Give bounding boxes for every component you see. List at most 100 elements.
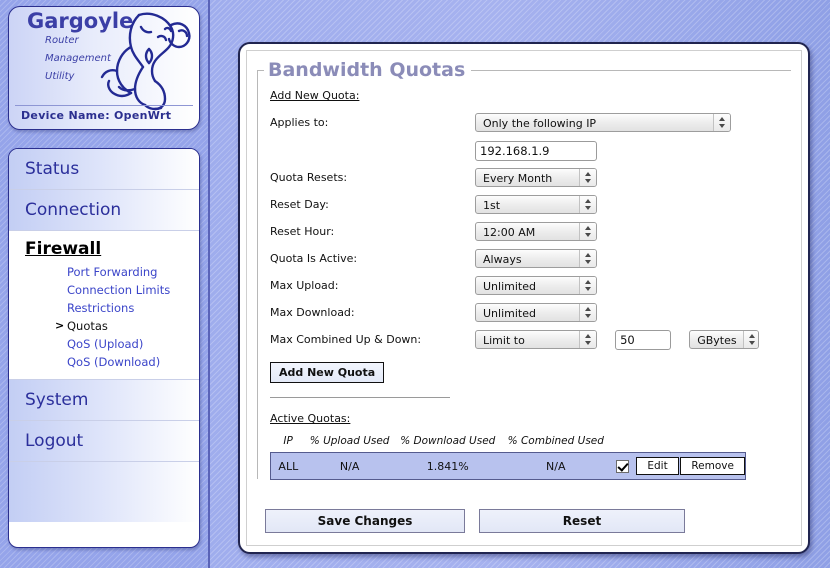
applies-to-value: Only the following IP: [483, 117, 597, 130]
control-applies-to: Only the following IP: [475, 112, 731, 132]
reset-day-select[interactable]: 1st: [475, 195, 597, 214]
sidebar-item-qos-download[interactable]: QoS (Download): [9, 353, 199, 371]
brand-divider: [15, 105, 193, 106]
content-panel: Bandwidth Quotas Add New Quota: Applies …: [238, 42, 810, 554]
add-new-quota-button[interactable]: Add New Quota: [270, 362, 385, 383]
column-header-enabled: [610, 435, 635, 453]
sidebar-section-firewall: Firewall Port Forwarding Connection Limi…: [9, 231, 199, 380]
control-max-download: Unlimited: [475, 302, 597, 322]
cell-edit: Edit: [634, 452, 681, 480]
sidebar-item-firewall[interactable]: Firewall: [9, 231, 101, 263]
cell-enabled: [609, 452, 635, 480]
field-row-max-download: Max Download: Unlimited: [270, 302, 791, 329]
applies-to-select[interactable]: Only the following IP: [475, 113, 731, 132]
max-upload-value: Unlimited: [483, 280, 536, 293]
gargoyle-logo-icon: [100, 12, 191, 111]
cell-upload-used: N/A: [305, 452, 394, 480]
quota-resets-select[interactable]: Every Month: [475, 168, 597, 187]
label-max-combined: Max Combined Up & Down:: [270, 333, 422, 346]
field-row-applies-to: Applies to: Only the following IP: [270, 112, 791, 139]
brand-subtitle-1: Router: [45, 35, 79, 46]
control-reset-hour: 12:00 AM: [475, 221, 597, 241]
brand-panel: Gargoyle Router Management Utility Devic…: [8, 6, 200, 130]
max-combined-unit-value: GBytes: [697, 334, 737, 347]
cell-remove: Remove: [680, 452, 747, 480]
chevron-updown-icon: [579, 331, 596, 348]
max-download-select[interactable]: Unlimited: [475, 303, 597, 322]
reset-button[interactable]: Reset: [479, 509, 685, 533]
label-max-download: Max Download:: [270, 306, 355, 319]
sidebar-filler: [9, 462, 199, 522]
sidebar-item-quotas[interactable]: Quotas: [9, 317, 199, 335]
reset-day-value: 1st: [483, 199, 501, 212]
chevron-updown-icon: [742, 331, 759, 348]
reset-hour-select[interactable]: 12:00 AM: [475, 222, 597, 241]
chevron-updown-icon: [579, 277, 596, 294]
label-quota-resets: Quota Resets:: [270, 171, 348, 184]
reset-hour-value: 12:00 AM: [483, 226, 536, 239]
column-header-upload-used: % Upload Used: [309, 435, 390, 447]
sidebar: Gargoyle Router Management Utility Devic…: [0, 0, 210, 568]
control-max-upload: Unlimited: [475, 275, 597, 295]
quota-resets-value: Every Month: [483, 172, 553, 185]
page-title: Bandwidth Quotas: [268, 59, 466, 81]
field-row-quota-resets: Quota Resets: Every Month: [270, 167, 791, 194]
table-row: ALL N/A 1.841% N/A Edit Remove: [269, 452, 747, 480]
sidebar-item-system[interactable]: System: [9, 380, 199, 420]
sidebar-section-status[interactable]: Status: [9, 149, 199, 190]
sidebar-nav: Status Connection Firewall Port Forwardi…: [8, 148, 200, 548]
label-quota-active: Quota Is Active:: [270, 252, 358, 265]
content-inner: Bandwidth Quotas Add New Quota: Applies …: [246, 50, 802, 546]
sidebar-item-connection[interactable]: Connection: [9, 190, 199, 230]
cell-ip: ALL: [269, 452, 306, 480]
sidebar-item-port-forwarding[interactable]: Port Forwarding: [9, 263, 199, 281]
save-changes-button[interactable]: Save Changes: [265, 509, 465, 533]
chevron-updown-icon: [713, 114, 730, 131]
sidebar-item-qos-upload[interactable]: QoS (Upload): [9, 335, 199, 353]
sidebar-item-connection-limits[interactable]: Connection Limits: [9, 281, 199, 299]
max-download-value: Unlimited: [483, 307, 536, 320]
label-reset-hour: Reset Hour:: [270, 225, 335, 238]
ip-address-input[interactable]: [475, 141, 597, 161]
chevron-updown-icon: [579, 196, 596, 213]
label-applies-to: Applies to:: [270, 116, 329, 129]
quota-enabled-checkbox[interactable]: [615, 459, 629, 473]
field-row-reset-hour: Reset Hour: 12:00 AM: [270, 221, 791, 248]
chevron-updown-icon: [579, 250, 596, 267]
sidebar-item-logout[interactable]: Logout: [9, 421, 199, 461]
device-name-label: Device Name: OpenWrt: [21, 109, 172, 122]
column-header-remove: [680, 435, 745, 453]
active-quotas-heading: Active Quotas:: [270, 412, 351, 425]
chevron-updown-icon: [579, 304, 596, 321]
control-ip: [475, 140, 597, 161]
sidebar-section-logout[interactable]: Logout: [9, 421, 199, 462]
sidebar-section-system[interactable]: System: [9, 380, 199, 421]
quota-active-value: Always: [483, 253, 522, 266]
quota-active-select[interactable]: Always: [475, 249, 597, 268]
add-quota-row: Add New Quota: [270, 361, 791, 383]
table-header-row: IP % Upload Used % Download Used % Combi…: [271, 435, 746, 453]
label-max-upload: Max Upload:: [270, 279, 339, 292]
sidebar-submenu-firewall: Port Forwarding Connection Limits Restri…: [9, 263, 199, 379]
max-combined-unit-select[interactable]: GBytes: [689, 330, 760, 349]
cell-combined-used: N/A: [501, 452, 610, 480]
chevron-updown-icon: [579, 169, 596, 186]
bandwidth-quotas-fieldset: Bandwidth Quotas Add New Quota: Applies …: [257, 59, 791, 480]
max-combined-amount-input[interactable]: [615, 330, 672, 350]
field-row-max-upload: Max Upload: Unlimited: [270, 275, 791, 302]
section-divider: [270, 397, 450, 398]
field-row-quota-active: Quota Is Active: Always: [270, 248, 791, 275]
edit-quota-button[interactable]: Edit: [636, 457, 679, 475]
sidebar-section-connection[interactable]: Connection: [9, 190, 199, 231]
sidebar-item-status[interactable]: Status: [9, 149, 199, 189]
column-header-edit: [635, 435, 681, 453]
label-reset-day: Reset Day:: [270, 198, 329, 211]
max-combined-select[interactable]: Limit to: [475, 330, 597, 349]
max-upload-select[interactable]: Unlimited: [475, 276, 597, 295]
remove-quota-button[interactable]: Remove: [680, 457, 745, 475]
column-header-download-used: % Download Used: [400, 435, 496, 447]
field-row-max-combined: Max Combined Up & Down: Limit to GBytes: [270, 329, 791, 356]
form-actions: Save Changes Reset: [265, 509, 795, 533]
chevron-updown-icon: [579, 223, 596, 240]
sidebar-item-restrictions[interactable]: Restrictions: [9, 299, 199, 317]
